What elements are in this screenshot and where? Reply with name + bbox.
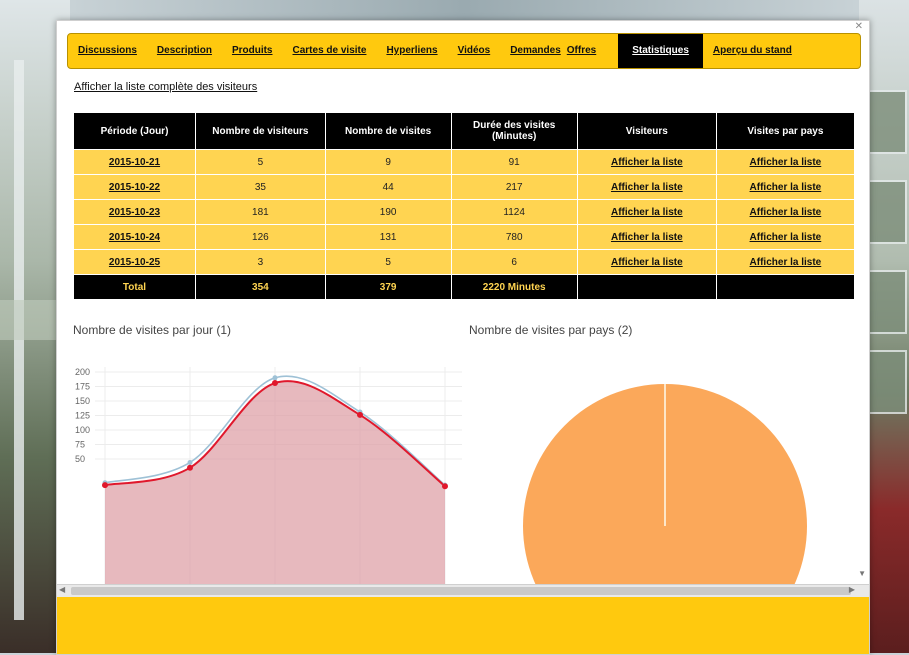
- visits-point: [187, 459, 193, 465]
- window-pane: [865, 180, 907, 244]
- tab-statistiques[interactable]: Statistiques: [618, 34, 703, 68]
- stand-panel: ✕ Discussions Description Produits Carte…: [56, 20, 870, 655]
- country-list-link[interactable]: Afficher la liste: [715, 199, 856, 225]
- country-list-link[interactable]: Afficher la liste: [715, 149, 856, 175]
- country-list-link[interactable]: Afficher la liste: [715, 174, 856, 200]
- horizontal-scrollbar[interactable]: ◀ ▶: [57, 584, 869, 597]
- total-empty: [576, 274, 717, 300]
- date-link[interactable]: 2015-10-22: [72, 174, 197, 200]
- visitors-area: [105, 381, 445, 584]
- visits-per-day-title: Nombre de visites par jour (1): [73, 323, 232, 337]
- col-header: Nombre de visiteurs: [195, 112, 326, 150]
- y-tick-label: 175: [75, 382, 90, 392]
- visits-per-country-chart: [523, 384, 807, 584]
- y-tick-label: 125: [75, 411, 90, 421]
- visits-per-day-chart: 200 175 150 125 100 75 50: [75, 367, 462, 584]
- tab-produits[interactable]: Produits: [222, 34, 283, 68]
- table-row: 2015-10-21 5 9 91 Afficher la liste Affi…: [72, 149, 856, 175]
- scroll-down-icon[interactable]: ▼: [858, 569, 866, 578]
- col-header: Durée des visites (Minutes): [450, 112, 578, 150]
- date-link[interactable]: 2015-10-23: [72, 199, 197, 225]
- duration-cell: 1124: [450, 199, 578, 225]
- country-list-link[interactable]: Afficher la liste: [715, 224, 856, 250]
- tab-discussions[interactable]: Discussions: [68, 34, 147, 68]
- visitors-cell: 35: [195, 174, 326, 200]
- date-link[interactable]: 2015-10-25: [72, 249, 197, 275]
- window-pane: [865, 270, 907, 334]
- country-list-link[interactable]: Afficher la liste: [715, 249, 856, 275]
- visits-cell: 9: [324, 149, 452, 175]
- y-tick-label: 150: [75, 396, 90, 406]
- visitors-list-link[interactable]: Afficher la liste: [576, 199, 717, 225]
- duration-cell: 217: [450, 174, 578, 200]
- scroll-left-icon[interactable]: ◀: [59, 585, 65, 594]
- tab-demandes[interactable]: Demandes: [500, 34, 565, 68]
- col-header: Période (Jour): [72, 112, 197, 150]
- y-tick-label: 50: [75, 454, 85, 464]
- col-header: Visites par pays: [715, 112, 856, 150]
- duration-cell: 91: [450, 149, 578, 175]
- total-label: Total: [72, 274, 197, 300]
- visitors-list-link[interactable]: Afficher la liste: [576, 224, 717, 250]
- visitors-point: [357, 411, 363, 418]
- visits-cell: 5: [324, 249, 452, 275]
- tab-bar: Discussions Description Produits Cartes …: [67, 33, 861, 69]
- col-header: Nombre de visites: [324, 112, 452, 150]
- duration-cell: 780: [450, 224, 578, 250]
- visitors-point: [272, 380, 278, 387]
- pillar: [14, 60, 24, 620]
- visitors-point: [442, 483, 448, 490]
- visits-cell: 131: [324, 224, 452, 250]
- date-link[interactable]: 2015-10-24: [72, 224, 197, 250]
- table-header-row: Période (Jour) Nombre de visiteurs Nombr…: [72, 112, 856, 150]
- scroll-right-icon[interactable]: ▶: [849, 585, 855, 594]
- window-pane: [865, 350, 907, 414]
- full-visitor-list-link[interactable]: Afficher la liste complète des visiteurs: [74, 81, 257, 93]
- statistics-table: Période (Jour) Nombre de visiteurs Nombr…: [72, 112, 856, 300]
- scrollbar-thumb[interactable]: [71, 587, 851, 595]
- tab-cartes-de-visite[interactable]: Cartes de visite: [283, 34, 377, 68]
- window-pane: [865, 90, 907, 154]
- total-empty: [715, 274, 856, 300]
- visitors-cell: 5: [195, 149, 326, 175]
- date-link[interactable]: 2015-10-21: [72, 149, 197, 175]
- y-tick-label: 200: [75, 367, 90, 377]
- visitors-list-link[interactable]: Afficher la liste: [576, 149, 717, 175]
- panel-footer: [57, 597, 869, 654]
- tab-apercu-du-stand[interactable]: Aperçu du stand: [703, 34, 802, 68]
- total-duration: 2220 Minutes: [450, 274, 578, 300]
- tab-hyperliens[interactable]: Hyperliens: [376, 34, 447, 68]
- tab-offres[interactable]: Offres: [565, 34, 618, 68]
- y-tick-label: 75: [75, 440, 85, 450]
- visitors-list-link[interactable]: Afficher la liste: [576, 174, 717, 200]
- visitors-list-link[interactable]: Afficher la liste: [576, 249, 717, 275]
- close-icon[interactable]: ✕: [855, 21, 863, 32]
- total-visitors: 354: [195, 274, 326, 300]
- table-row: 2015-10-23 181 190 1124 Afficher la list…: [72, 199, 856, 225]
- environment-top: [70, 0, 859, 20]
- col-header: Visiteurs: [576, 112, 717, 150]
- y-tick-label: 100: [75, 425, 90, 435]
- table-row: 2015-10-25 3 5 6 Afficher la liste Affic…: [72, 249, 856, 275]
- duration-cell: 6: [450, 249, 578, 275]
- table-row: 2015-10-24 126 131 780 Afficher la liste…: [72, 224, 856, 250]
- visitors-cell: 126: [195, 224, 326, 250]
- visits-cell: 44: [324, 174, 452, 200]
- visits-per-country-title: Nombre de visites par pays (2): [469, 323, 633, 337]
- visitors-cell: 3: [195, 249, 326, 275]
- total-row: Total 354 379 2220 Minutes: [72, 274, 856, 300]
- visitors-cell: 181: [195, 199, 326, 225]
- tab-videos[interactable]: Vidéos: [448, 34, 501, 68]
- visitors-point: [187, 464, 193, 471]
- table-row: 2015-10-22 35 44 217 Afficher la liste A…: [72, 174, 856, 200]
- visits-point: [272, 375, 278, 381]
- visitors-point: [102, 482, 108, 489]
- total-visits: 379: [324, 274, 452, 300]
- tab-description[interactable]: Description: [147, 34, 222, 68]
- visits-cell: 190: [324, 199, 452, 225]
